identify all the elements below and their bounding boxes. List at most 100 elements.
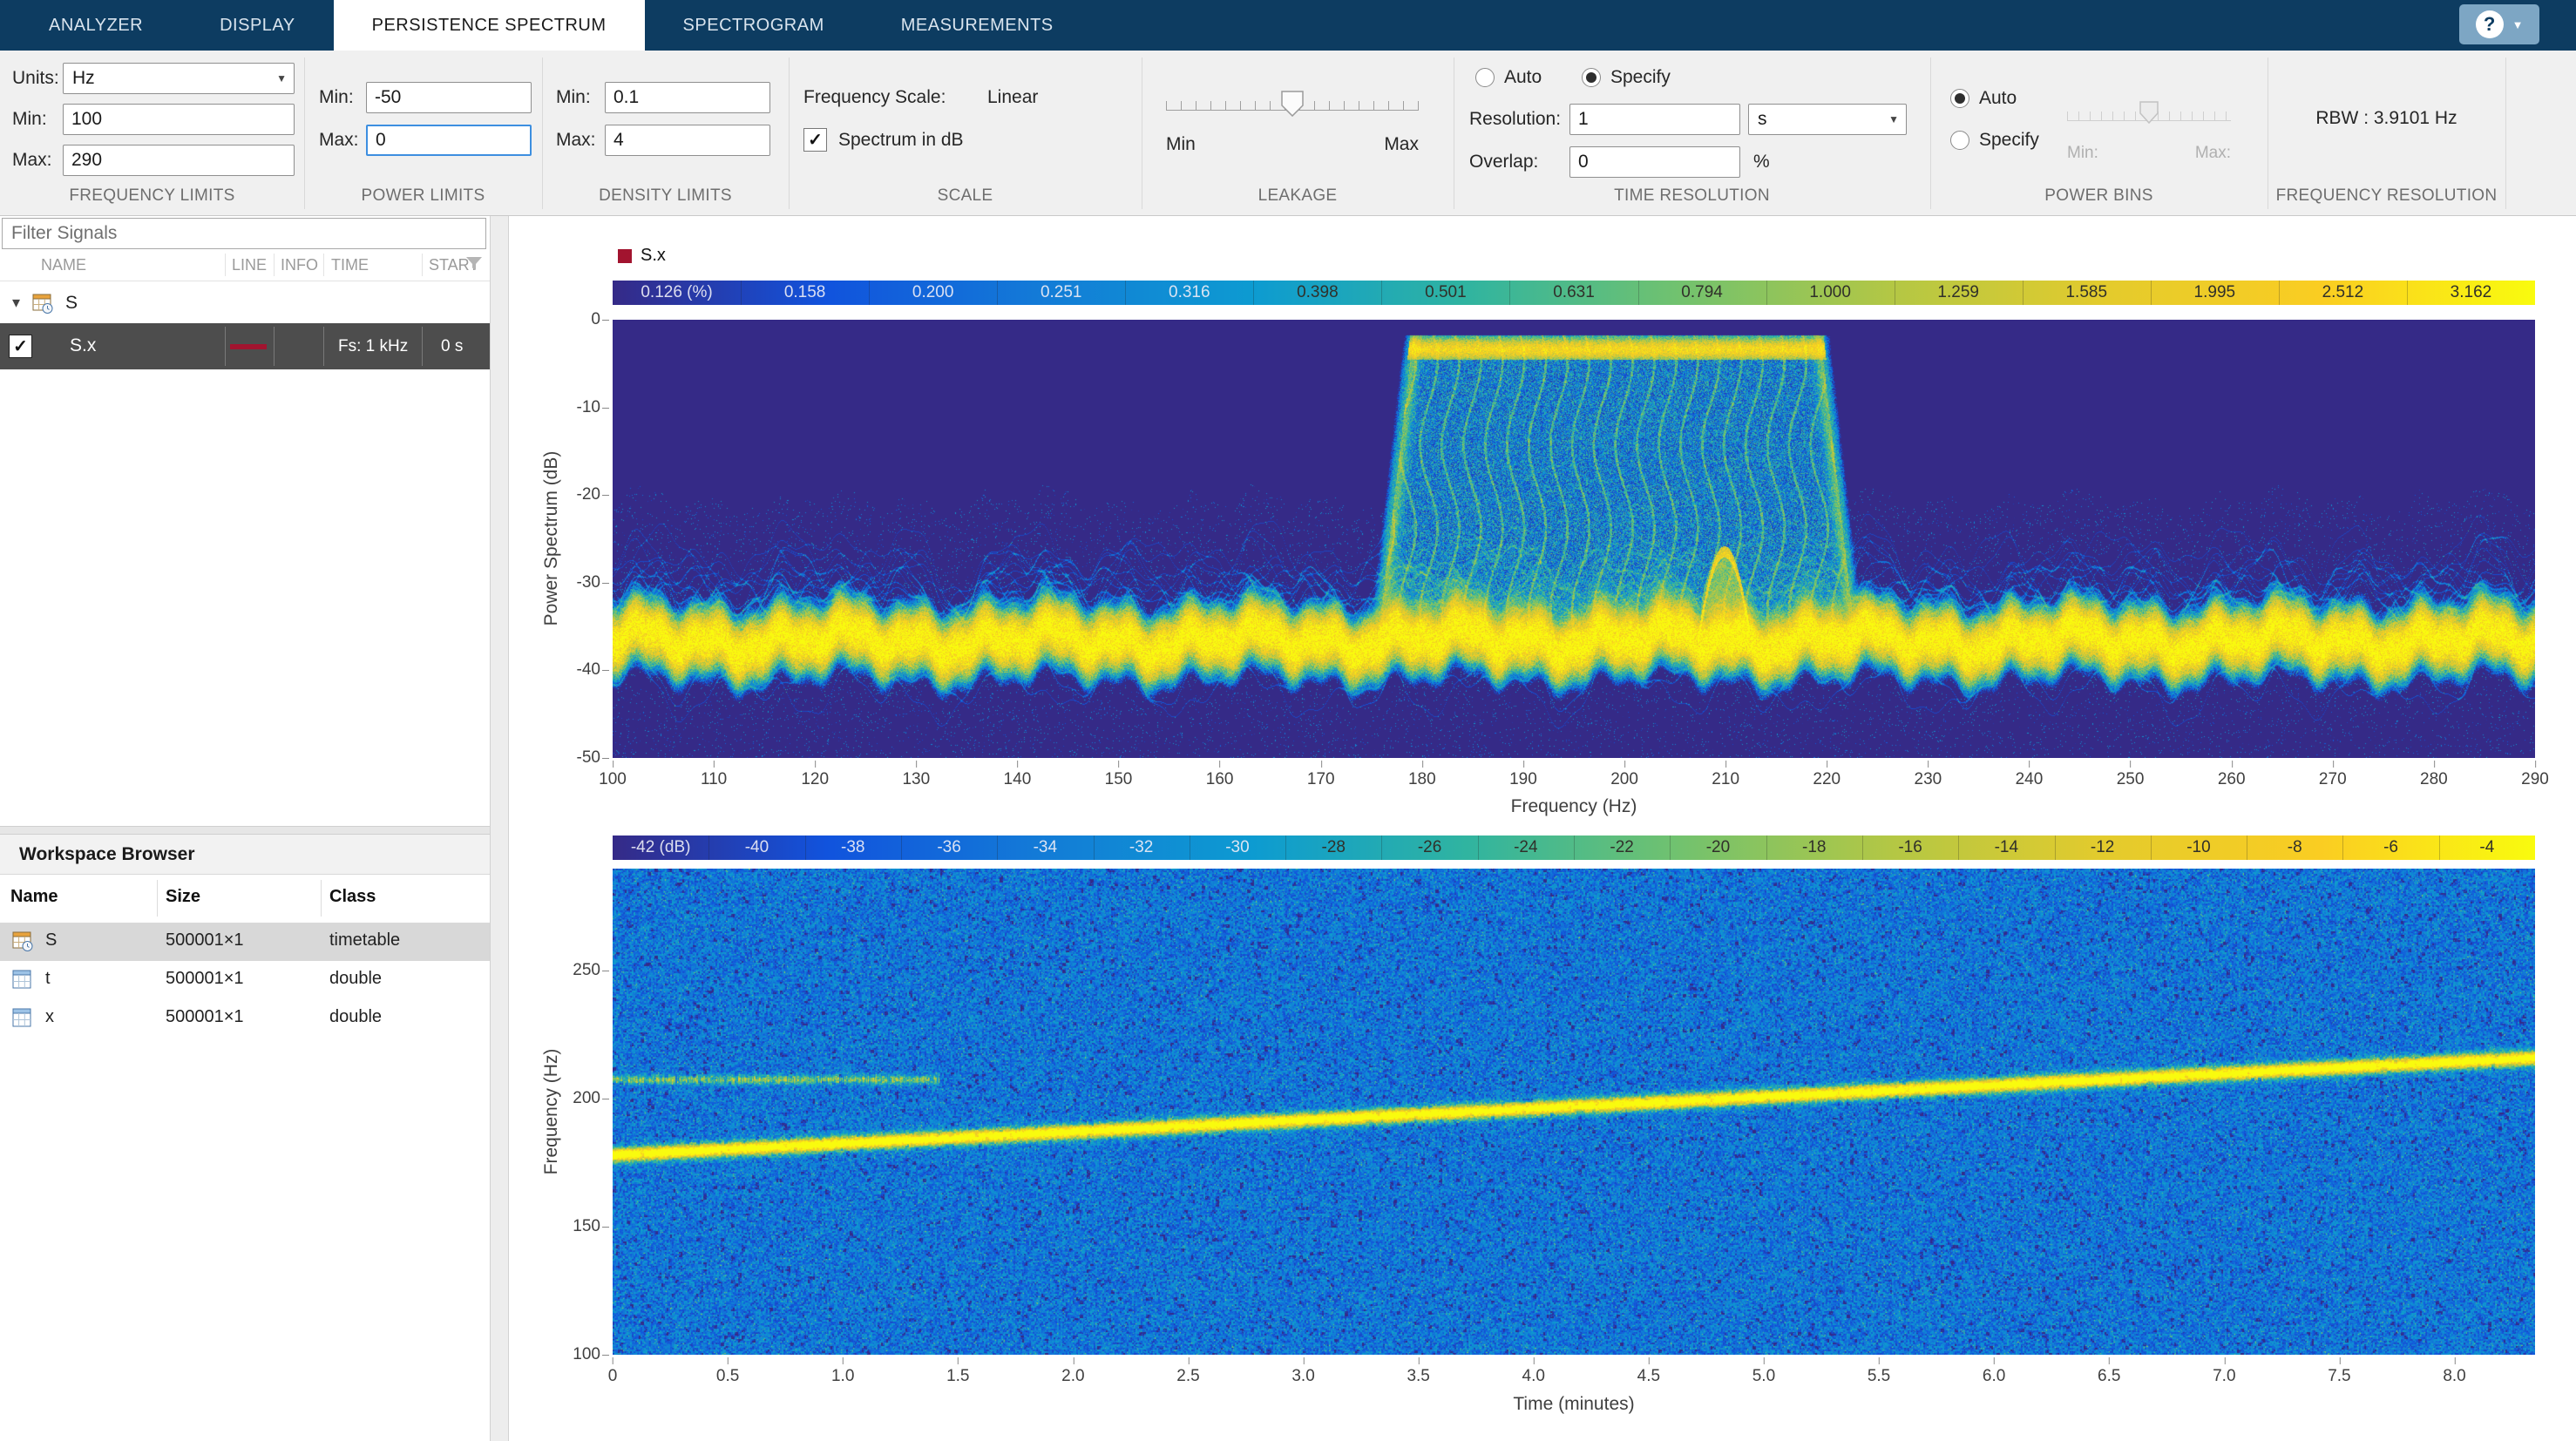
colorbar-label: -34 (1033, 838, 1058, 856)
colorbar-tick (1637, 281, 1639, 305)
x-tick-label: 3.0 (1291, 1357, 1315, 1385)
persistence-plot-canvas[interactable] (613, 320, 2535, 758)
column-divider (274, 327, 275, 366)
legend-label: S.x (641, 246, 666, 265)
group-name: S (65, 292, 78, 313)
section-title-power-limits: POWER LIMITS (361, 186, 485, 205)
time-res-auto-radio[interactable] (1475, 68, 1495, 87)
colorbar-tick (1766, 836, 1767, 860)
col-info: INFO (281, 256, 318, 274)
frequency-scale-value[interactable]: Linear (987, 82, 1038, 113)
caret-down-icon: ▼ (2512, 17, 2524, 31)
column-divider (323, 327, 324, 366)
colorbar-label: 0.398 (1297, 283, 1339, 301)
signal-checkbox[interactable]: ✓ (9, 335, 32, 358)
spectrogram-plot-canvas[interactable] (613, 869, 2535, 1355)
colorbar-tick (2438, 836, 2440, 860)
colorbar-label: 1.000 (1809, 283, 1851, 301)
panel-splitter[interactable] (490, 216, 509, 1441)
colorbar-label: -36 (937, 838, 961, 856)
colorbar-label: 0.631 (1553, 283, 1595, 301)
signal-row[interactable]: ✓ S.x Fs: 1 kHz 0 s (0, 323, 490, 369)
tab-analyzer[interactable]: ANALYZER (10, 0, 181, 51)
power-bins-auto-radio[interactable] (1950, 89, 1969, 108)
units-dropdown[interactable]: Hz ▼ (63, 63, 295, 94)
spectrum-in-db-checkbox[interactable]: ✓ (803, 128, 827, 152)
colorbar-label: -16 (1898, 838, 1922, 856)
freq-max-input[interactable] (63, 145, 295, 176)
x-tick-label: 1.5 (946, 1357, 970, 1385)
tab-display[interactable]: DISPLAY (181, 0, 334, 51)
column-divider (157, 880, 158, 917)
disclosure-triangle-icon[interactable]: ▾ (12, 294, 20, 312)
workspace-table-header: Name Size Class (0, 875, 490, 923)
freq-min-input[interactable] (63, 104, 295, 135)
power-min-input[interactable] (366, 82, 532, 113)
column-divider (225, 254, 226, 276)
resolution-input[interactable] (1569, 104, 1740, 135)
x-tick-label: 5.0 (1752, 1357, 1776, 1385)
x-tick-label: 200 (1610, 761, 1638, 788)
workspace-row[interactable]: S 500001×1 timetable (0, 923, 490, 961)
time-res-specify-radio[interactable] (1582, 68, 1601, 87)
density-max-input[interactable] (605, 125, 770, 156)
tab-measurements[interactable]: MEASUREMENTS (863, 0, 1092, 51)
colorbar-tick (1285, 836, 1287, 860)
x-tick-label: 210 (1712, 761, 1740, 788)
help-button[interactable]: ? ▼ (2459, 4, 2539, 44)
y-tick-label: -30 (539, 573, 609, 592)
colorbar-tick (1861, 836, 1863, 860)
colorbar-tick (2342, 836, 2344, 860)
variable-size: 500001×1 (166, 1007, 244, 1026)
colorbar-label: 3.162 (2450, 283, 2492, 301)
spectrum-in-db-label: Spectrum in dB (838, 130, 964, 150)
caret-down-icon: ▼ (276, 72, 287, 85)
leakage-slider-thumb[interactable] (1281, 91, 1304, 121)
tab-spectrogram[interactable]: SPECTROGRAM (645, 0, 863, 51)
x-tick-label: 0.5 (715, 1357, 740, 1385)
variable-size: 500001×1 (166, 969, 244, 988)
overlap-label: Overlap: (1469, 152, 1539, 172)
colorbar-label: 1.585 (2065, 283, 2108, 301)
colorbar-label: -42 (dB) (630, 838, 691, 856)
x-tick-label: 2.0 (1061, 1357, 1085, 1385)
filter-signals-input[interactable] (2, 218, 486, 249)
y-tick-label: 100 (539, 1345, 609, 1364)
y-tick-label: 150 (539, 1217, 609, 1236)
colorbar-label: -24 (1514, 838, 1538, 856)
workspace-row[interactable]: x 500001×1 double (0, 999, 490, 1038)
check-icon: ✓ (808, 131, 823, 150)
signal-group-row[interactable]: ▾ S (0, 282, 490, 323)
power-min-label: Min: (319, 87, 354, 107)
workspace-splitter[interactable] (0, 826, 490, 835)
colorbar-label: -20 (1705, 838, 1731, 856)
filter-icon[interactable] (465, 256, 483, 272)
density-max-label: Max: (556, 130, 596, 150)
overlap-input[interactable] (1569, 146, 1740, 178)
workspace-row[interactable]: t 500001×1 double (0, 961, 490, 999)
tab-persistence-spectrum[interactable]: PERSISTENCE SPECTRUM (333, 0, 645, 51)
x-tick-label: 110 (700, 761, 728, 788)
colorbar-label: -6 (2383, 838, 2398, 856)
colorbar-tick (804, 836, 806, 860)
power-bins-specify-radio[interactable] (1950, 131, 1969, 150)
x-tick-label: 100 (599, 761, 627, 788)
y-tick-label: 200 (539, 1089, 609, 1108)
colorbar-label: 1.259 (1937, 283, 1979, 301)
colorbar-tick (2054, 836, 2056, 860)
resolution-units-dropdown[interactable]: s ▼ (1748, 104, 1907, 135)
colorbar-tick (1766, 281, 1767, 305)
spectrogram-ylabel: Frequency (Hz) (541, 1048, 561, 1175)
x-tick-label: 6.5 (2098, 1357, 2121, 1385)
line-color-swatch (230, 344, 267, 349)
density-min-input[interactable] (605, 82, 770, 113)
section-divider (2505, 58, 2506, 209)
y-tick-label: 0 (539, 310, 609, 329)
resolution-units-value: s (1758, 109, 1767, 129)
y-tick-label: -40 (539, 660, 609, 680)
x-tick-label: 150 (1104, 761, 1133, 788)
colorbar-label: -38 (841, 838, 865, 856)
power-max-input[interactable] (366, 125, 532, 156)
variable-name: t (45, 969, 51, 988)
colorbar-tick (997, 281, 999, 305)
